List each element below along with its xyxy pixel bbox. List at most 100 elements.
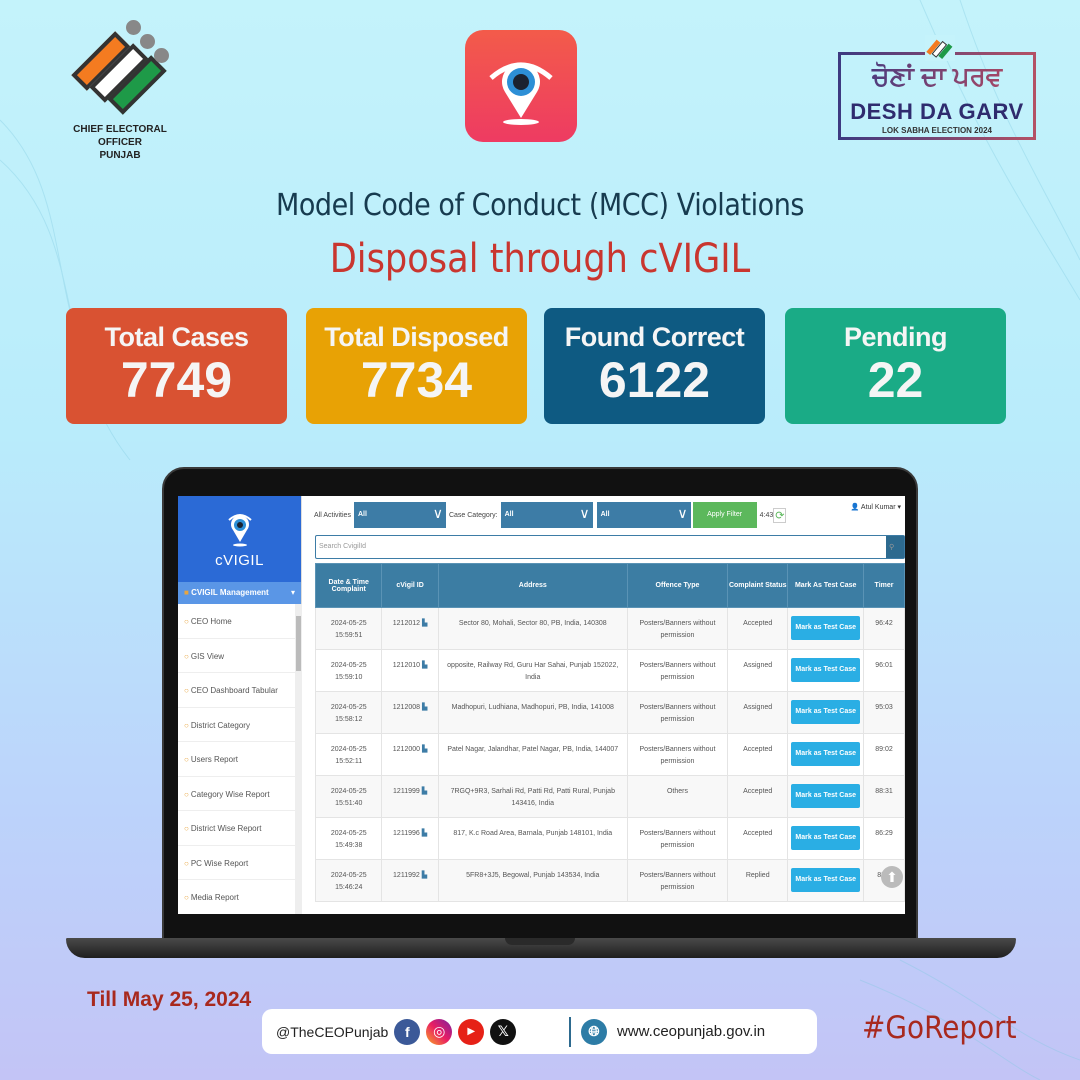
search-cvigilid-input[interactable]: Search CvigilId ⚲ — [315, 535, 905, 559]
mark-as-test-case-button[interactable]: Mark as Test Case — [791, 784, 860, 808]
mark-as-test-case-button[interactable]: Mark as Test Case — [791, 700, 860, 724]
sidebar-item-gis-view[interactable]: ○ GIS View — [178, 639, 295, 673]
cell-cvigil-id[interactable]: 1212000 ▙ — [381, 733, 439, 776]
cell-status: Accepted — [727, 817, 789, 860]
sidebar-item-ceo-home[interactable]: ○ CEO Home — [178, 604, 295, 639]
youtube-icon[interactable]: ▶ — [458, 1018, 485, 1045]
document-icon[interactable]: ▙ — [422, 662, 427, 669]
eci-title: CHIEF ELECTORAL OFFICER — [73, 124, 167, 148]
cell-address: 7RGQ+9R3, Sarhali Rd, Patti Rd, Patti Ru… — [437, 775, 628, 818]
cell-cvigil-id[interactable]: 1211992 ▙ — [381, 859, 439, 902]
col-complaint-status[interactable]: Complaint Status — [727, 563, 789, 608]
divider — [569, 1016, 571, 1047]
sidebar-item-label: District Wise Report — [190, 824, 262, 833]
sub-category-select[interactable]: All ∨ — [596, 502, 691, 528]
case-category-select[interactable]: All ∨ — [500, 502, 593, 528]
bullet-icon: ○ — [184, 789, 189, 799]
sidebar-item-media-report[interactable]: ○ Media Report — [178, 880, 295, 914]
mark-as-test-case-button[interactable]: Mark as Test Case — [791, 826, 860, 850]
table-row: 2024-05-25 15:49:38 1211996 ▙ 817, K.c Road… — [314, 817, 905, 860]
sidebar-item-pc-wise-report[interactable]: ○ PC Wise Report — [178, 846, 295, 880]
table-row: 2024-05-25 15:58:12 1212008 ▙ Madhopuri, Lu… — [314, 691, 905, 734]
user-menu[interactable]: 👤 Atul Kumar ▾ — [851, 503, 901, 511]
document-icon[interactable]: ▙ — [422, 872, 427, 879]
cell-cvigil-id[interactable]: 1211999 ▙ — [381, 775, 439, 818]
x-twitter-icon[interactable]: 𝕏 — [490, 1018, 517, 1045]
cell-text: 1212012 — [392, 620, 421, 627]
select-value: All — [600, 511, 610, 518]
apply-filter-button[interactable]: Apply Filter — [692, 502, 757, 528]
cell-text: 1211996 — [393, 830, 420, 837]
eci-emblem-icon — [70, 20, 170, 115]
cell-cvigil-id[interactable]: 1212012 ▙ — [381, 607, 439, 650]
document-icon[interactable]: ▙ — [422, 830, 427, 837]
document-icon[interactable]: ▙ — [422, 620, 427, 627]
cell-text: 15:59:51 — [335, 632, 363, 639]
cell-offence-type: Posters/Banners without permission — [626, 817, 729, 860]
social-bar: @TheCEOPunjab f ◎ ▶ 𝕏 — [262, 1009, 557, 1054]
mark-as-test-case-button[interactable]: Mark as Test Case — [791, 742, 860, 766]
col-cvigil-id[interactable]: cVigil ID — [381, 563, 439, 608]
cvigil-logo-icon — [228, 514, 252, 547]
sidebar-item-district-wise-report[interactable]: ○ District Wise Report — [178, 811, 295, 846]
cell-timer: 95:03 — [863, 691, 905, 734]
col-mark-test-case[interactable]: Mark As Test Case — [787, 563, 865, 608]
cell-date-time: 2024-05-25 15:52:11 — [314, 733, 383, 776]
select-value: All — [504, 511, 514, 518]
facebook-icon[interactable]: f — [394, 1018, 421, 1045]
search-icon: ⚲ — [889, 544, 895, 551]
search-placeholder: Search CvigilId — [319, 543, 367, 550]
search-button[interactable]: ⚲ — [886, 536, 904, 558]
select-value: All — [357, 511, 367, 518]
cell-text: 15:52:11 — [335, 758, 363, 765]
cell-text: 15:59:10 — [335, 674, 363, 681]
cvigil-app-icon — [465, 30, 577, 142]
document-icon[interactable]: ▙ — [422, 788, 427, 795]
cell-status: Accepted — [727, 775, 789, 818]
sidebar-item-ceo-dashboard-tabular[interactable]: ○ CEO Dashboard Tabular — [178, 673, 295, 708]
scroll-to-top-button[interactable]: ⬆ — [881, 866, 903, 888]
sidebar: cVIGIL ■ CVIGIL Management ▾ ○ CEO Home ○… — [178, 496, 302, 914]
stat-label: Total Cases — [104, 322, 249, 352]
sidebar-item-district-category[interactable]: ○ District Category — [178, 708, 295, 742]
col-timer[interactable]: Timer — [863, 563, 905, 608]
sidebar-item-label: Category Wise Report — [190, 789, 270, 799]
cell-action: Mark as Test Case — [787, 649, 865, 692]
cell-text: 2024-05-25 — [330, 872, 367, 879]
cell-cvigil-id[interactable]: 1211996 ▙ — [381, 817, 439, 860]
campaign-english-text: DESH DA GARV — [850, 99, 1024, 124]
sidebar-item-label: District Category — [190, 720, 250, 730]
document-icon[interactable]: ▙ — [422, 704, 427, 711]
mark-as-test-case-button[interactable]: Mark as Test Case — [791, 616, 860, 640]
sidebar-scrollbar[interactable] — [295, 604, 302, 914]
sidebar-item-users-report[interactable]: ○ Users Report — [178, 742, 295, 777]
col-address[interactable]: Address — [437, 563, 628, 608]
refresh-icon[interactable]: ⟳ — [773, 507, 787, 523]
cell-cvigil-id[interactable]: 1212010 ▙ — [381, 649, 439, 692]
scrollbar-thumb[interactable] — [296, 616, 301, 671]
col-offence-type[interactable]: Offence Type — [626, 563, 729, 608]
cell-text: 15:46:24 — [335, 884, 363, 891]
col-date-time[interactable]: Date & Time Complaint — [314, 563, 383, 608]
stat-label: Found Correct — [564, 322, 745, 352]
cell-status: Replied — [727, 859, 789, 902]
sidebar-item-label: PC Wise Report — [190, 858, 249, 868]
table-row: 2024-05-25 15:51:40 1211999 ▙ 7RGQ+9R3, Sar… — [314, 775, 905, 818]
sidebar-item-category-wise-report[interactable]: ○ Category Wise Report — [178, 777, 295, 811]
sidebar-section-cvigil-management[interactable]: ■ CVIGIL Management ▾ — [178, 582, 301, 604]
cell-cvigil-id[interactable]: 1212008 ▙ — [381, 691, 439, 734]
cell-text: 2024-05-25 — [330, 746, 367, 753]
instagram-icon[interactable]: ◎ — [426, 1018, 453, 1045]
mark-as-test-case-button[interactable]: Mark as Test Case — [791, 868, 860, 892]
cell-address: 5FR8+3J5, Begowal, Punjab 143534, India — [437, 859, 628, 902]
cell-action: Mark as Test Case — [787, 775, 865, 818]
arrow-up-icon: ⬆ — [886, 869, 898, 885]
mark-as-test-case-button[interactable]: Mark as Test Case — [791, 658, 860, 682]
document-icon[interactable]: ▙ — [422, 746, 427, 753]
website-link[interactable]: www.ceopunjab.gov.in — [617, 1023, 765, 1040]
all-activities-select[interactable]: All ∨ — [353, 502, 446, 528]
hashtag: #GoReport — [862, 1010, 1017, 1046]
table-row: 2024-05-25 15:59:51 1212012 ▙ Sector 80, Mo… — [314, 607, 905, 650]
cell-action: Mark as Test Case — [787, 607, 865, 650]
cell-text: 2024-05-25 — [330, 704, 367, 711]
